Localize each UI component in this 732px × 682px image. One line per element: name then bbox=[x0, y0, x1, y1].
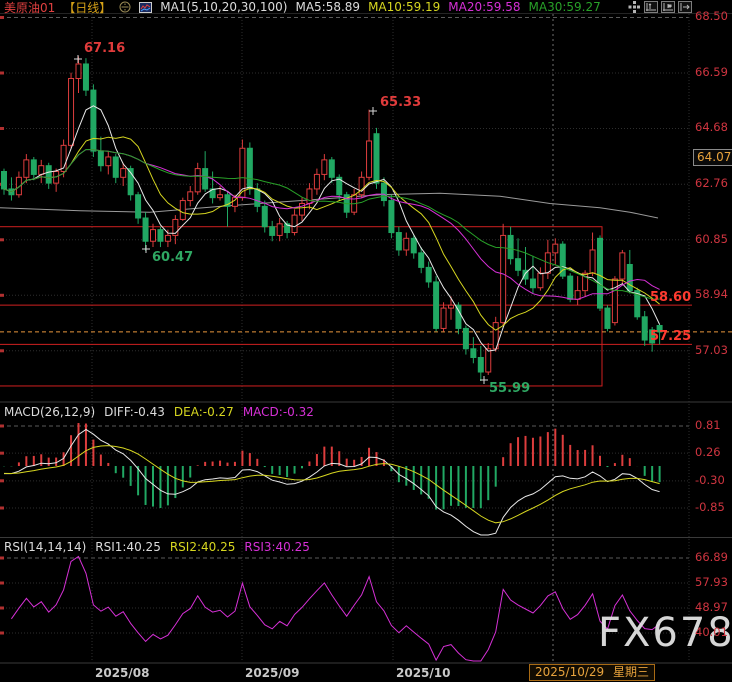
macd-value: MACD:-0.32 bbox=[243, 405, 314, 419]
macd-title[interactable]: MACD(26,12,9) bbox=[4, 405, 95, 419]
rsi2-value: RSI2:40.25 bbox=[170, 540, 236, 554]
axis-scale-right-icon[interactable] bbox=[661, 1, 675, 13]
rsi-axis-label: 57.93 bbox=[695, 577, 728, 589]
rsi-axis-label: 48.97 bbox=[695, 602, 728, 614]
axis-scale-left-icon[interactable] bbox=[644, 1, 658, 13]
drawn-line-price-label: 58.60 bbox=[650, 291, 690, 304]
price-axis-label: 68.50 bbox=[695, 11, 728, 23]
menu-circle-icon[interactable] bbox=[119, 1, 131, 13]
chart-header: 美原油01 【日线】 MA1(5,10,20,30,100) MA5:58.89… bbox=[4, 1, 601, 13]
macd-dea-value: DEA:-0.27 bbox=[174, 405, 234, 419]
ma30-value: MA30:59.27 bbox=[529, 0, 601, 14]
price-axis-label: 60.85 bbox=[695, 234, 728, 246]
chart-stage[interactable]: 美原油01 【日线】 MA1(5,10,20,30,100) MA5:58.89… bbox=[0, 0, 732, 682]
rsi-axis-label: 66.89 bbox=[695, 552, 728, 564]
symbol-name: 美原油01 bbox=[4, 0, 55, 16]
crosshair-date: 2025/10/29 bbox=[535, 665, 604, 679]
rsi3-value: RSI3:40.25 bbox=[244, 540, 310, 554]
ma-settings-label[interactable]: MA1(5,10,20,30,100) bbox=[160, 0, 287, 14]
price-axis-label: 57.03 bbox=[695, 345, 728, 357]
ma20-value: MA20:59.58 bbox=[448, 0, 520, 14]
chart-type-icon[interactable] bbox=[139, 2, 152, 13]
pan-right-icon[interactable] bbox=[678, 1, 692, 13]
period-label[interactable]: 【日线】 bbox=[63, 0, 111, 16]
price-axis-label: 64.68 bbox=[695, 122, 728, 134]
ma5-value: MA5:58.89 bbox=[295, 0, 360, 14]
price-marker-label: 55.99 bbox=[489, 382, 530, 395]
crosshair-date-label: 2025/10/29 星期三 bbox=[529, 664, 655, 681]
ma10-value: MA10:59.19 bbox=[368, 0, 440, 14]
rsi-header: RSI(14,14,14) RSI1:40.25 RSI2:40.25 RSI3… bbox=[4, 540, 310, 554]
x-axis-month-label: 2025/08 bbox=[95, 667, 149, 679]
macd-axis-label: -0.85 bbox=[695, 502, 725, 514]
macd-header: MACD(26,12,9) DIFF:-0.43 DEA:-0.27 MACD:… bbox=[4, 405, 314, 419]
price-marker-label: 60.47 bbox=[152, 251, 193, 264]
chart-toolbar bbox=[627, 1, 692, 13]
rsi-axis-label: 40.01 bbox=[695, 627, 728, 639]
chart-canvas[interactable] bbox=[0, 0, 732, 682]
macd-axis-label: -0.30 bbox=[695, 475, 725, 487]
price-axis-label: 66.59 bbox=[695, 67, 728, 79]
crosshair-price-label: 64.07 bbox=[693, 149, 732, 166]
move-tool-icon[interactable] bbox=[627, 1, 641, 13]
macd-diff-value: DIFF:-0.43 bbox=[104, 405, 165, 419]
price-marker-label: 65.33 bbox=[380, 96, 421, 109]
x-axis-month-label: 2025/09 bbox=[245, 667, 299, 679]
macd-axis-label: 0.26 bbox=[695, 447, 721, 459]
macd-axis-label: 0.81 bbox=[695, 420, 721, 432]
price-axis-label: 62.76 bbox=[695, 178, 728, 190]
crosshair-weekday: 星期三 bbox=[613, 665, 649, 679]
x-axis-month-label: 2025/10 bbox=[396, 667, 450, 679]
drawn-line-price-label: 57.25 bbox=[650, 330, 690, 343]
price-marker-label: 67.16 bbox=[84, 42, 125, 55]
rsi-title[interactable]: RSI(14,14,14) bbox=[4, 540, 86, 554]
rsi1-value: RSI1:40.25 bbox=[95, 540, 161, 554]
price-axis-label: 58.94 bbox=[695, 289, 728, 301]
